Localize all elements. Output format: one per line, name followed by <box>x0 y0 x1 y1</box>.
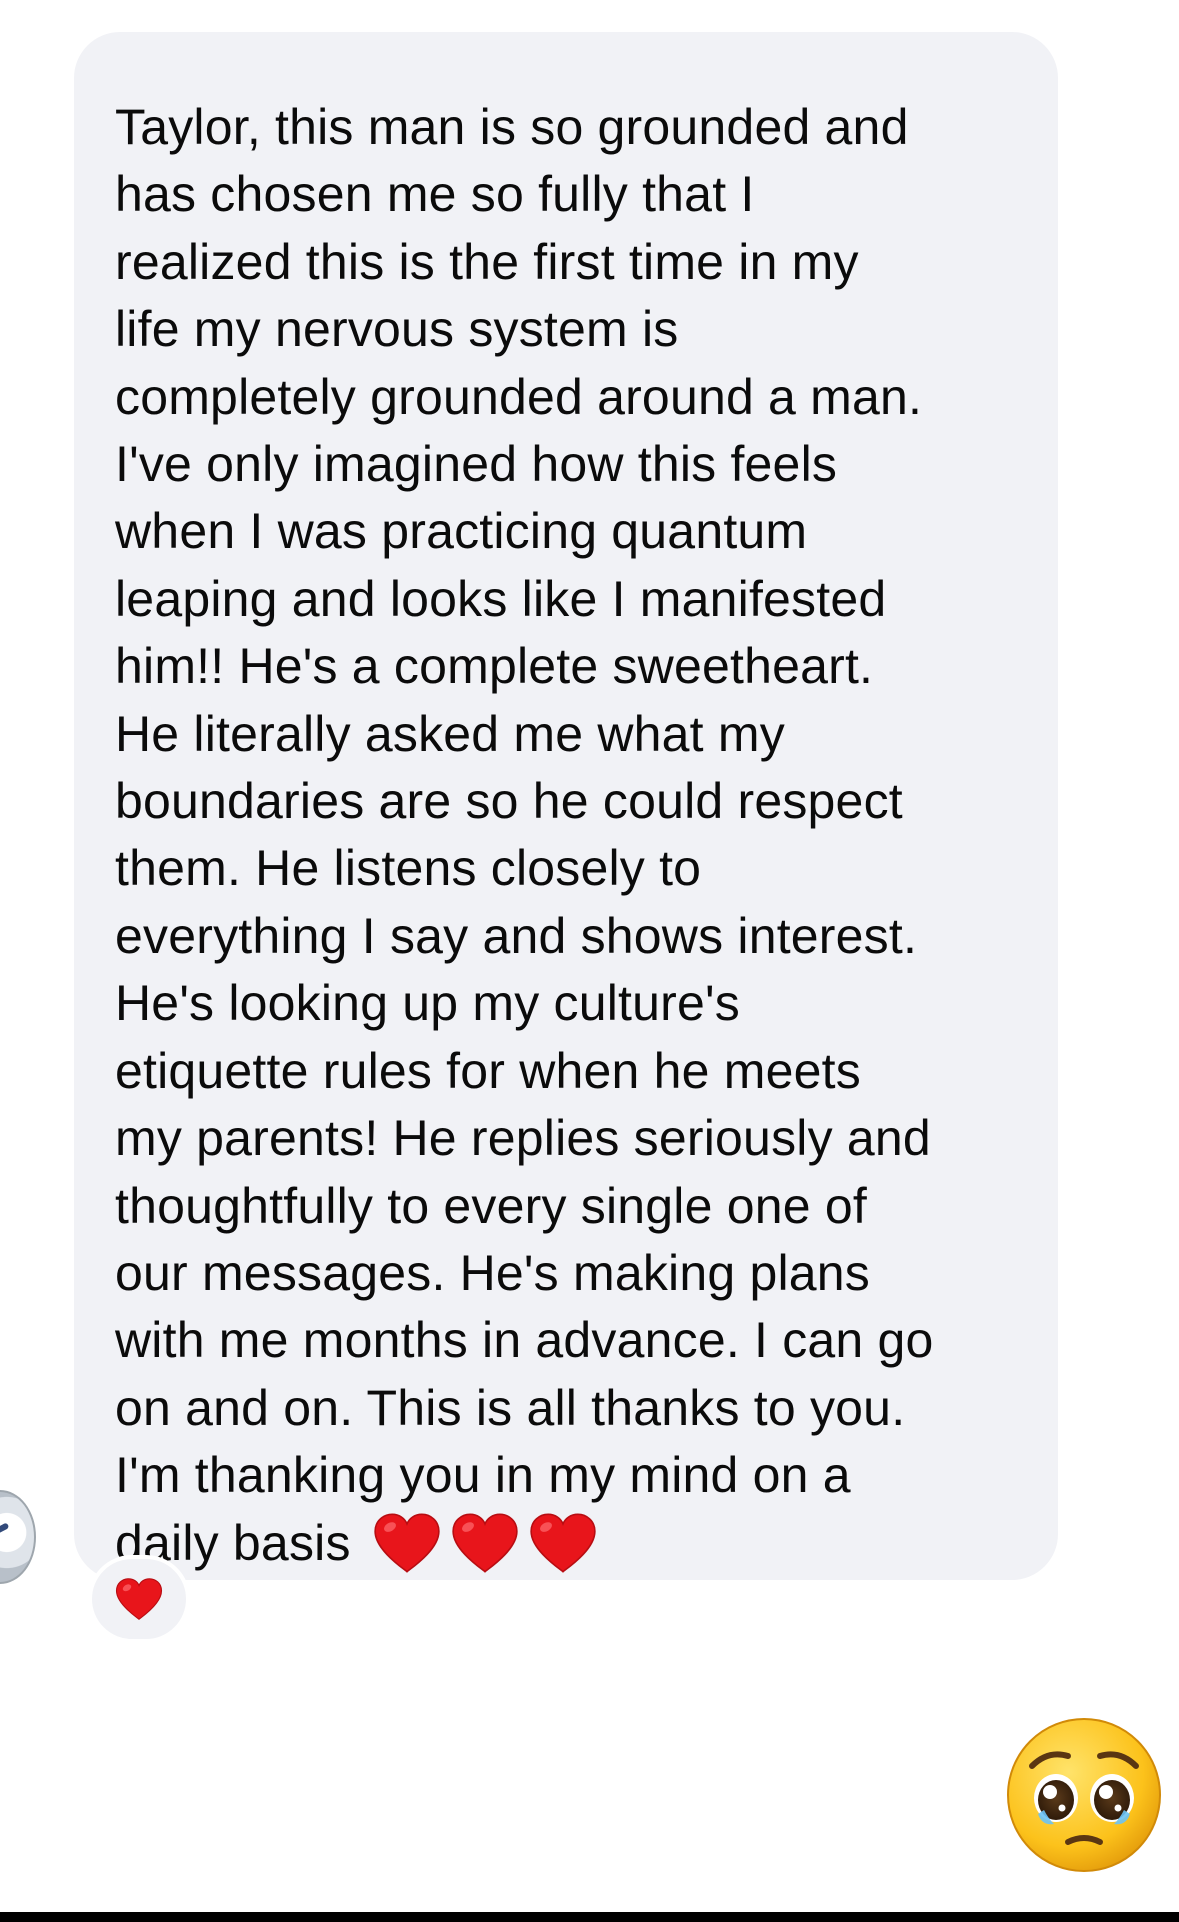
message-line: life my nervous system is <box>115 301 679 358</box>
message-line: I've only imagined how this feels <box>115 436 838 493</box>
avatar-detail <box>0 1522 10 1544</box>
message-line: etiquette rules for when he meets <box>115 1042 861 1099</box>
pleading-face-icon[interactable] <box>1004 1714 1164 1876</box>
red-heart-icon <box>529 1513 596 1574</box>
message-line: He literally asked me what my <box>115 705 785 762</box>
message-line: completely grounded around a man. <box>115 368 923 425</box>
message-line: I'm thanking you in my mind on a <box>115 1447 851 1504</box>
message-line: him!! He's a complete sweetheart. <box>115 638 874 695</box>
message-line: everything I say and shows interest. <box>115 907 918 964</box>
message-line: Taylor, this man is so grounded and <box>115 99 909 155</box>
message-line: leaping and looks like I manifested <box>115 570 887 627</box>
message-line: boundaries are so he could respect <box>115 773 903 830</box>
message-line: with me months in advance. I can go <box>115 1312 934 1369</box>
message-line: on and on. This is all thanks to you. <box>115 1379 906 1436</box>
message-line: our messages. He's making plans <box>115 1244 870 1301</box>
sender-avatar[interactable] <box>0 1490 36 1584</box>
message-line: thoughtfully to every single one of <box>115 1177 867 1234</box>
message-line: has chosen me so fully that I <box>115 166 755 223</box>
message-line: He's looking up my culture's <box>115 975 740 1032</box>
bottom-divider <box>0 1912 1179 1922</box>
message-bubble[interactable]: Taylor, this man is so grounded and has … <box>74 32 1058 1580</box>
red-heart-icon <box>115 1578 163 1621</box>
reaction-badge[interactable] <box>88 1555 190 1643</box>
message-line: when I was practicing quantum <box>115 503 808 560</box>
red-heart-icon <box>451 1513 518 1574</box>
message-line: realized this is the first time in my <box>115 233 859 290</box>
message-line: my parents! He replies seriously and <box>115 1110 931 1167</box>
message-line-last: daily basis <box>115 1510 1028 1577</box>
message-line: them. He listens closely to <box>115 840 702 897</box>
red-heart-icon <box>373 1513 440 1574</box>
